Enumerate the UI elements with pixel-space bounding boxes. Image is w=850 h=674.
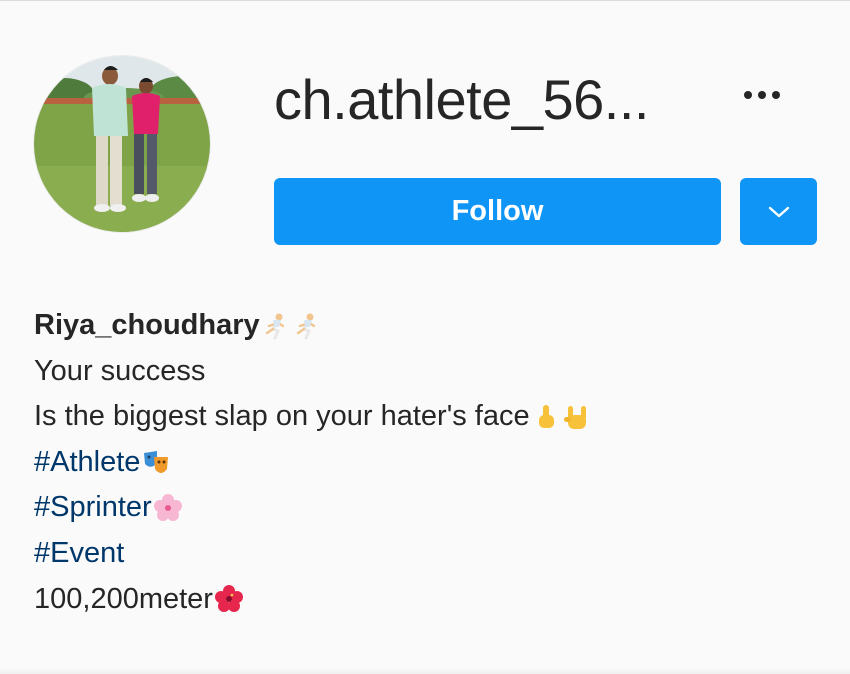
- ellipsis-icon: [744, 91, 780, 99]
- bio-text: 100,200meter: [34, 582, 213, 615]
- hashtag-link[interactable]: #Athlete: [34, 440, 140, 486]
- bottom-divider: [0, 668, 850, 674]
- hashtag-link[interactable]: #Event: [34, 531, 124, 577]
- hashtag-link[interactable]: #Sprinter: [34, 485, 152, 531]
- bio-text: Your success: [34, 354, 206, 387]
- bio-hashtag-line: #Athlete: [34, 440, 824, 486]
- profile-bio: Riya_choudhary Your success Is the bigge…: [34, 303, 824, 622]
- bio-text: Is the biggest slap on your hater's face: [34, 400, 530, 433]
- avatar-photo: [34, 56, 210, 232]
- bio-hashtag-line: #Sprinter: [34, 485, 824, 531]
- bio-line-text: 100,200meter: [34, 577, 824, 623]
- bio-line-text: Is the biggest slap on your hater's face: [34, 394, 824, 440]
- runner-emoji-icon: [292, 311, 322, 341]
- chevron-down-icon: [768, 206, 789, 217]
- bio-line-text: Your success: [34, 349, 824, 395]
- bio-display-name: Riya_choudhary: [34, 309, 260, 341]
- suggestions-dropdown-button[interactable]: [740, 178, 817, 245]
- rock-hand-emoji-icon: [562, 402, 592, 432]
- top-divider: [0, 0, 850, 1]
- bio-name-line: Riya_choudhary: [34, 303, 824, 349]
- hibiscus-emoji-icon: [214, 584, 244, 614]
- follow-button[interactable]: Follow: [274, 178, 721, 245]
- runner-emoji-icon: [261, 311, 291, 341]
- profile-avatar[interactable]: [34, 56, 210, 232]
- bio-hashtag-line: #Event: [34, 531, 824, 577]
- more-options-button[interactable]: [734, 80, 790, 110]
- cherry-blossom-emoji-icon: [153, 493, 183, 523]
- profile-username: ch.athlete_56...: [274, 68, 649, 131]
- raised-finger-emoji-icon: [531, 402, 561, 432]
- theater-masks-emoji-icon: [141, 448, 171, 478]
